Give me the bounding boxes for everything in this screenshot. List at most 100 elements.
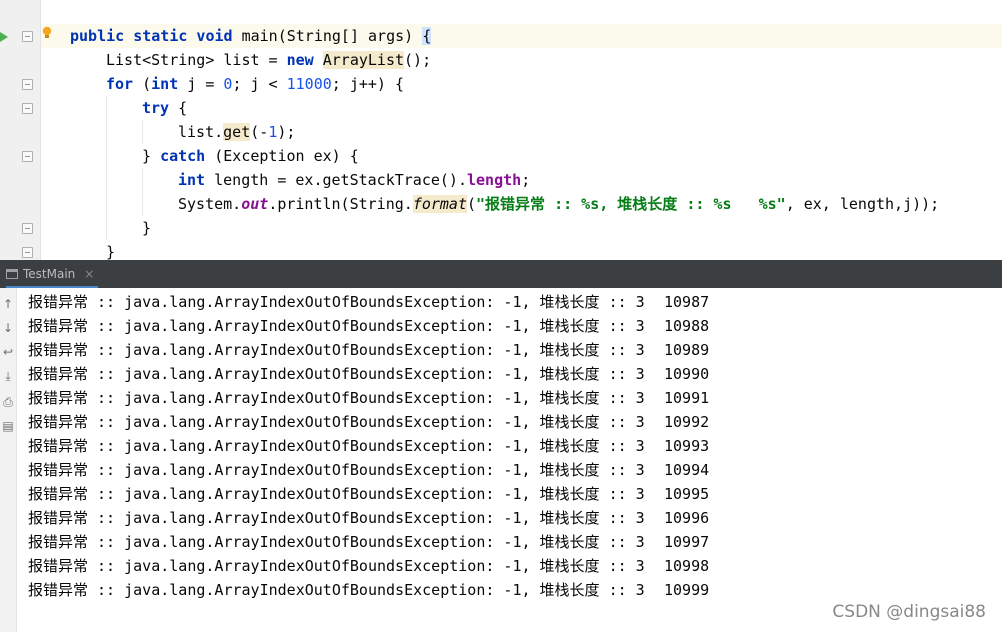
code-token: j = [187, 75, 224, 93]
code-token: ; j < [232, 75, 287, 93]
code-token: .println(String. [268, 195, 413, 213]
code-line[interactable]: int length = ex.getStackTrace().length; [178, 168, 530, 192]
code-line[interactable]: public static void main(String[] args) { [70, 24, 432, 48]
console-counter: 10999 [664, 581, 710, 599]
console-message: 报错异常 :: java.lang.ArrayIndexOutOfBoundsE… [28, 509, 645, 527]
up-arrow-icon[interactable]: ↑ [2, 298, 14, 310]
run-tool-window-tabs: TestMain × [0, 260, 1002, 288]
console-message: 报错异常 :: java.lang.ArrayIndexOutOfBoundsE… [28, 557, 645, 575]
code-token: } [106, 243, 116, 260]
code-token: } [142, 219, 152, 237]
console-counter: 10995 [664, 485, 710, 503]
print-icon[interactable]: ⎙ [2, 396, 14, 408]
console-line: 报错异常 :: java.lang.ArrayIndexOutOfBoundsE… [28, 458, 709, 482]
fold-marker-icon[interactable] [22, 31, 33, 42]
console-counter: 10998 [664, 557, 710, 575]
console-line: 报错异常 :: java.lang.ArrayIndexOutOfBoundsE… [28, 314, 709, 338]
code-line[interactable]: System.out.println(String.format("报错异常 :… [178, 192, 939, 216]
scroll-to-end-icon[interactable]: ⤓ [2, 370, 14, 382]
code-line[interactable]: try { [142, 96, 187, 120]
code-token: { [422, 27, 432, 45]
code-line[interactable]: list.get(-1); [178, 120, 295, 144]
console-counter: 10992 [664, 413, 710, 431]
console-message: 报错异常 :: java.lang.ArrayIndexOutOfBoundsE… [28, 485, 645, 503]
tab-label: TestMain [23, 267, 76, 281]
code-token: (); [404, 51, 432, 69]
code-token: System. [178, 195, 242, 213]
code-line[interactable]: } [142, 216, 151, 240]
code-line[interactable]: } [106, 240, 115, 260]
indent-guide [142, 168, 143, 216]
close-icon[interactable]: × [84, 267, 94, 281]
code-token: (- [250, 123, 269, 141]
code-token: , ex, length,j)); [785, 195, 940, 213]
code-line[interactable]: } catch (Exception ex) { [142, 144, 359, 168]
console-counter: 10993 [664, 437, 710, 455]
console-message: 报错异常 :: java.lang.ArrayIndexOutOfBoundsE… [28, 341, 645, 359]
console-line: 报错异常 :: java.lang.ArrayIndexOutOfBoundsE… [28, 410, 709, 434]
indent-guide [142, 120, 143, 144]
console-counter: 10996 [664, 509, 710, 527]
console-counter: 10990 [664, 365, 710, 383]
console-line: 报错异常 :: java.lang.ArrayIndexOutOfBoundsE… [28, 434, 709, 458]
code-token: 1 [268, 123, 278, 141]
run-gutter-icon[interactable] [0, 32, 8, 42]
tab-testmain[interactable]: TestMain × [6, 263, 94, 285]
code-line[interactable]: List<String> list = new ArrayList(); [106, 48, 431, 72]
code-token: ( [467, 195, 477, 213]
console-counter: 10994 [664, 461, 710, 479]
console-line: 报错异常 :: java.lang.ArrayIndexOutOfBoundsE… [28, 578, 709, 602]
console-message: 报错异常 :: java.lang.ArrayIndexOutOfBoundsE… [28, 437, 645, 455]
code-token: length [467, 171, 522, 189]
console-counter: 10987 [664, 293, 710, 311]
code-token: int [151, 75, 188, 93]
code-token: new [286, 51, 323, 69]
indent-guide [106, 96, 107, 240]
code-editor[interactable]: public static void main(String[] args) {… [0, 0, 1002, 260]
console-line: 报错异常 :: java.lang.ArrayIndexOutOfBoundsE… [28, 338, 709, 362]
fold-marker-icon[interactable] [22, 247, 33, 258]
console-icon [6, 269, 18, 279]
console-message: 报错异常 :: java.lang.ArrayIndexOutOfBoundsE… [28, 365, 645, 383]
console-message: 报错异常 :: java.lang.ArrayIndexOutOfBoundsE… [28, 317, 645, 335]
code-token: ArrayList [322, 51, 405, 69]
console-output[interactable]: ↑ ↓ ↩ ⤓ ⎙ ▤ 报错异常 :: java.lang.ArrayIndex… [0, 288, 1002, 632]
console-message: 报错异常 :: java.lang.ArrayIndexOutOfBoundsE… [28, 389, 645, 407]
console-message: 报错异常 :: java.lang.ArrayIndexOutOfBoundsE… [28, 413, 645, 431]
fold-marker-icon[interactable] [22, 103, 33, 114]
code-token: ; [521, 171, 531, 189]
code-token: list. [178, 123, 224, 141]
code-token: get [223, 123, 251, 141]
console-message: 报错异常 :: java.lang.ArrayIndexOutOfBoundsE… [28, 293, 645, 311]
code-token: ; j++) { [331, 75, 405, 93]
fold-marker-icon[interactable] [22, 223, 33, 234]
code-line[interactable]: for (int j = 0; j < 11000; j++) { [106, 72, 404, 96]
code-token: "报错异常 :: %s, 堆栈长度 :: %s %s" [476, 195, 786, 213]
code-token: out [241, 195, 269, 213]
code-token: for [106, 75, 143, 93]
code-token: ( [142, 75, 152, 93]
console-counter: 10997 [664, 533, 710, 551]
console-line: 报错异常 :: java.lang.ArrayIndexOutOfBoundsE… [28, 290, 709, 314]
soft-wrap-icon[interactable]: ↩ [2, 346, 14, 358]
console-message: 报错异常 :: java.lang.ArrayIndexOutOfBoundsE… [28, 533, 645, 551]
console-line: 报错异常 :: java.lang.ArrayIndexOutOfBoundsE… [28, 362, 709, 386]
lightbulb-icon[interactable] [42, 26, 52, 40]
console-line: 报错异常 :: java.lang.ArrayIndexOutOfBoundsE… [28, 482, 709, 506]
console-counter: 10991 [664, 389, 710, 407]
code-token: } [142, 147, 161, 165]
console-line: 报错异常 :: java.lang.ArrayIndexOutOfBoundsE… [28, 506, 709, 530]
watermark: CSDN @dingsai88 [832, 602, 986, 622]
code-token: 11000 [286, 75, 332, 93]
fold-marker-icon[interactable] [22, 79, 33, 90]
down-arrow-icon[interactable]: ↓ [2, 322, 14, 334]
code-token: { [178, 99, 188, 117]
console-message: 报错异常 :: java.lang.ArrayIndexOutOfBoundsE… [28, 581, 645, 599]
console-counter: 10988 [664, 317, 710, 335]
console-message: 报错异常 :: java.lang.ArrayIndexOutOfBoundsE… [28, 461, 645, 479]
trash-icon[interactable]: ▤ [2, 420, 14, 432]
console-line: 报错异常 :: java.lang.ArrayIndexOutOfBoundsE… [28, 386, 709, 410]
console-line: 报错异常 :: java.lang.ArrayIndexOutOfBoundsE… [28, 554, 709, 578]
fold-marker-icon[interactable] [22, 151, 33, 162]
code-token: ); [277, 123, 296, 141]
